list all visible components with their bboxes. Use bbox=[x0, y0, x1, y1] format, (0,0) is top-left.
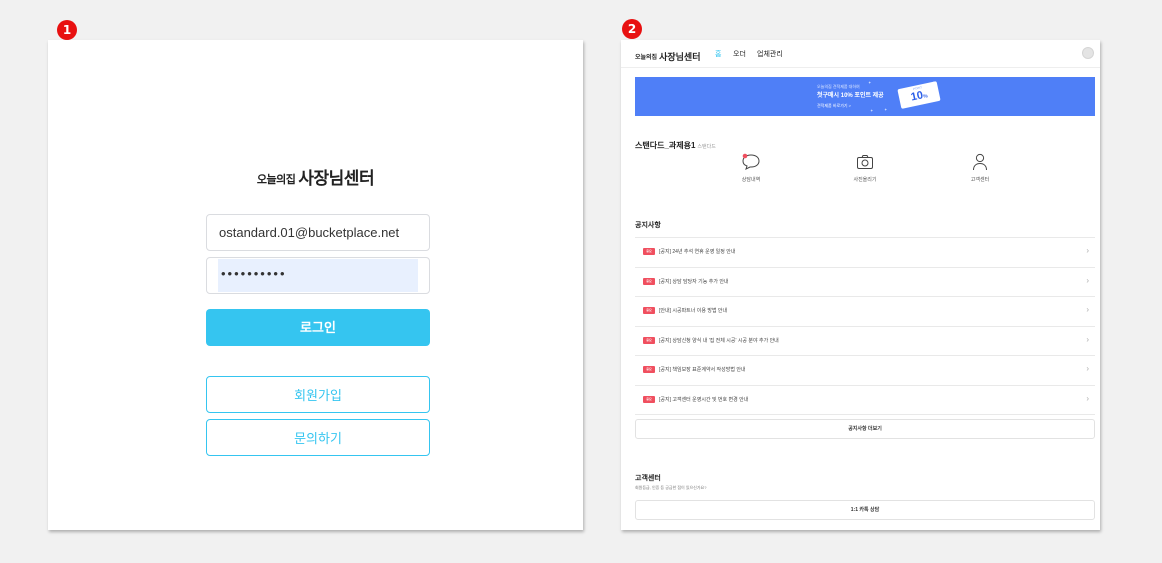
sparkle-icon: ✦ bbox=[884, 107, 888, 112]
notice-row[interactable]: 중요 [공지] 상담 담당자 기능 추가 안내 › bbox=[635, 268, 1095, 297]
chat-bubble-icon bbox=[742, 153, 760, 170]
customer-center-title: 고객센터 bbox=[635, 475, 661, 482]
nav-home[interactable]: 홈 bbox=[715, 49, 721, 59]
important-badge: 중요 bbox=[643, 248, 655, 255]
dashboard-screen: 오늘의집사장님센터 홈 오더 업체관리 ✦ ✦ ✦ ✦ 오늘의집 견적제품 대하… bbox=[621, 40, 1100, 530]
login-button[interactable]: 로그인 bbox=[206, 309, 430, 346]
sparkle-icon: ✦ bbox=[868, 80, 872, 85]
coupon-ticket: POINT 10% bbox=[897, 81, 941, 109]
top-navigation: 오늘의집 사장님센터 홈 오더 업체관리 bbox=[621, 40, 1100, 68]
shortcut-label: 사진올리기 bbox=[853, 177, 877, 183]
notice-row[interactable]: 중요 [공지] 24년 추석 연휴 운영 일정 안내 › bbox=[635, 238, 1095, 268]
kakao-chat-button[interactable]: 1:1 카톡 상담 bbox=[635, 500, 1095, 520]
shortcut-photo-upload[interactable]: 사진올리기 bbox=[830, 152, 900, 183]
ticket-unit: % bbox=[922, 93, 929, 101]
chevron-right-icon: › bbox=[1086, 246, 1089, 255]
chevron-right-icon: › bbox=[1086, 393, 1089, 403]
password-field[interactable]: •••••••••• bbox=[206, 257, 430, 294]
nav-order[interactable]: 오더 bbox=[733, 49, 746, 59]
notice-more-button[interactable]: 공지사항 더보기 bbox=[635, 419, 1095, 439]
camera-icon bbox=[857, 155, 873, 169]
notice-row[interactable]: 중요 [안내] 시공파트너 이용 방법 안내 › bbox=[635, 297, 1095, 327]
notice-row[interactable]: 중요 [공지] 고객센터 운영시간 및 번호 변경 안내 › bbox=[635, 386, 1095, 415]
signup-button[interactable]: 회원가입 bbox=[206, 376, 430, 413]
brand-large: 사장님센터 bbox=[298, 169, 375, 188]
step-marker-1: 1 bbox=[57, 20, 77, 40]
important-badge: 중요 bbox=[643, 307, 655, 314]
login-screen: 오늘의집 사장님센터 ostandard.01@bucketplace.net •… bbox=[48, 40, 583, 530]
inquiry-button[interactable]: 문의하기 bbox=[206, 419, 430, 456]
store-plan: 스탠다드 bbox=[697, 144, 716, 150]
brand-small: 오늘의집 bbox=[635, 55, 658, 61]
chevron-right-icon: › bbox=[1086, 275, 1089, 285]
shortcut-label: 상담내역 bbox=[741, 177, 761, 183]
notice-text: [공지] 상담신청 양식 내 '집 전체 시공' 시공 분야 추가 안내 bbox=[659, 337, 779, 344]
ticket-value: 10 bbox=[909, 89, 925, 104]
notice-section-title: 공지사항 bbox=[635, 222, 661, 229]
step-marker-2: 2 bbox=[622, 19, 642, 39]
notice-text: [안내] 시공파트너 이용 방법 안내 bbox=[659, 308, 728, 314]
important-badge: 중요 bbox=[643, 336, 655, 344]
important-badge: 중요 bbox=[643, 366, 655, 373]
login-logo: 오늘의집 사장님센터 bbox=[48, 164, 583, 189]
email-field[interactable]: ostandard.01@bucketplace.net bbox=[206, 214, 430, 251]
banner-title: 첫구매시 10% 포인트 제공 bbox=[817, 93, 884, 99]
notice-text: [공지] 고객센터 운영시간 및 번호 변경 안내 bbox=[659, 396, 749, 403]
store-title: 스탠다드_과제용1 스탠다드 bbox=[635, 135, 716, 153]
promo-banner[interactable]: ✦ ✦ ✦ ✦ 오늘의집 견적제품 대하여 첫구매시 10% 포인트 제공 견적… bbox=[635, 77, 1095, 116]
notice-row[interactable]: 중요 [공지] 상담신청 양식 내 '집 전체 시공' 시공 분야 추가 안내 … bbox=[635, 327, 1095, 356]
header-logo[interactable]: 오늘의집 사장님센터 bbox=[635, 47, 701, 65]
notice-text: [공지] 24년 추석 연휴 운영 일정 안내 bbox=[659, 249, 736, 255]
notice-text: [공지] 책임보장 표준계약서 작성방법 안내 bbox=[659, 367, 746, 373]
store-name: 스탠다드_과제용1 bbox=[635, 141, 696, 150]
brand-large: 사장님센터 bbox=[659, 52, 701, 62]
banner-link: 견적제품 바로가기 > bbox=[817, 103, 851, 108]
customer-center-description: 회원등급, 인증 등 궁금한 점이 있으신가요? bbox=[635, 485, 707, 490]
chevron-right-icon: › bbox=[1086, 334, 1089, 344]
brand-small: 오늘의집 bbox=[256, 174, 296, 186]
notice-row[interactable]: 중요 [공지] 책임보장 표준계약서 작성방법 안내 › bbox=[635, 356, 1095, 386]
shortcut-label: 고객센터 bbox=[970, 177, 990, 183]
important-badge: 중요 bbox=[643, 277, 655, 285]
sparkle-icon: ✦ bbox=[870, 108, 874, 113]
shortcut-customer-center[interactable]: 고객센터 bbox=[945, 152, 1015, 183]
important-badge: 중요 bbox=[643, 395, 655, 403]
nav-business[interactable]: 업체관리 bbox=[757, 49, 783, 59]
person-icon bbox=[973, 153, 987, 171]
password-mask: •••••••••• bbox=[221, 266, 287, 281]
chevron-right-icon: › bbox=[1086, 305, 1089, 314]
shortcut-consultation[interactable]: 상담내역 bbox=[716, 152, 786, 183]
avatar[interactable] bbox=[1082, 47, 1094, 59]
notice-text: [공지] 상담 담당자 기능 추가 안내 bbox=[659, 278, 729, 285]
chevron-right-icon: › bbox=[1086, 364, 1089, 373]
notice-list: 중요 [공지] 24년 추석 연휴 운영 일정 안내 › 중요 [공지] 상담 … bbox=[635, 237, 1095, 415]
